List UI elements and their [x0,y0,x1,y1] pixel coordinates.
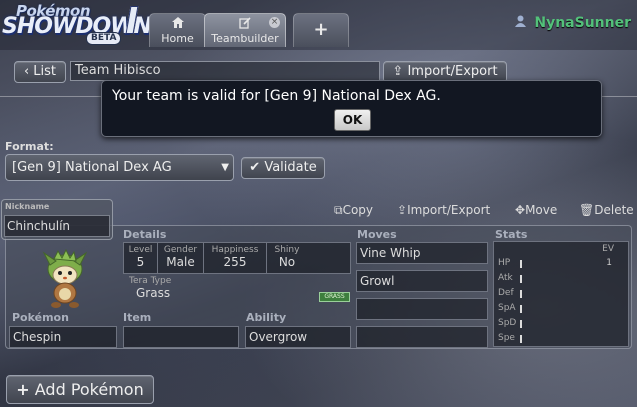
level-cell: Level 5 [124,243,158,273]
stat-bar [520,275,522,283]
pokemon-sprite[interactable] [36,247,94,309]
format-select[interactable]: [Gen 9] National Dex AG ▼ [5,154,234,181]
copy-button[interactable]: ⧉Copy [334,203,373,218]
copy-label: Copy [342,203,374,217]
stat-row-def: Def [498,288,628,298]
grass-type-badge: GRASS [319,292,350,302]
delete-label: Delete [594,203,634,217]
stat-ev: 1 [606,258,612,268]
modal-message: Your team is valid for [Gen 9] National … [112,88,441,104]
ability-input[interactable]: Overgrow [245,326,351,348]
validation-modal: Your team is valid for [Gen 9] National … [101,80,602,137]
item-label: Item [123,311,152,324]
item-input[interactable] [123,326,239,348]
close-icon[interactable]: × [269,17,280,28]
nickname-label: Nickname [5,202,50,211]
showdown-logo[interactable]: Pokémon SHOWDOWN BETA [2,2,152,45]
gender-value: Male [166,255,195,269]
move-button[interactable]: ✥Move [515,203,557,217]
stat-name: HP [498,258,511,268]
stat-bar [520,260,522,268]
stat-row-spe: Spe [498,333,628,343]
home-icon [150,17,205,31]
stat-name: Def [498,288,514,298]
header-bar: Pokémon SHOWDOWN BETA Home Teambuilder ×… [0,0,637,50]
tab-home[interactable]: Home [149,13,206,47]
nickname-box: Nickname Chinchulín [1,199,113,240]
move-icon: ✥ [515,203,526,217]
moves-label: Moves [357,228,397,241]
caret-down-icon: ▼ [221,162,229,173]
add-pokemon-button[interactable]: + Add Pokémon [6,375,154,404]
chevron-left-icon: ‹ [23,64,30,79]
validate-button[interactable]: ✔ Validate [241,157,325,179]
stat-bar [520,305,522,313]
stat-bar [520,335,522,343]
validate-label: Validate [264,160,317,175]
stat-row-spa: SpA [498,303,628,313]
nickname-input[interactable]: Chinchulín [4,215,110,237]
ability-label: Ability [246,311,287,324]
stats-label: Stats [495,228,528,241]
shiny-key: Shiny [274,245,300,255]
plus-icon: + [313,19,329,40]
list-button-label: List [33,64,57,79]
tab-teambuilder-label: Teambuilder [211,32,279,45]
plus-icon: + [16,380,30,399]
tera-type-value[interactable]: Grass [136,286,170,300]
stat-row-atk: Atk [498,273,628,283]
move-2-input[interactable]: Growl [356,270,488,292]
move-4-input[interactable] [356,326,488,348]
add-pokemon-label: Add Pokémon [34,380,144,399]
level-value: 5 [136,255,145,269]
set-import-export-label: Import/Export [407,203,491,217]
upload-icon: ⇪ [392,64,404,79]
stat-name: Atk [498,273,513,283]
shiny-value: No [278,255,296,269]
trash-icon: 🗑 [579,203,595,217]
delete-button[interactable]: 🗑Delete [579,203,634,217]
team-name-input[interactable]: Team Hibisco [70,61,380,81]
user-menu[interactable]: NynaSunner [514,15,631,31]
happiness-value: 255 [223,255,247,269]
import-export-label: Import/Export [407,64,498,79]
logo-beta-badge: BETA [86,32,122,45]
pokemon-label: Pokémon [12,311,69,324]
move-1-input[interactable]: Vine Whip [356,242,488,264]
shiny-cell: Shiny No [267,243,307,273]
set-import-export-button[interactable]: ⇪Import/Export [397,203,490,217]
details-label: Details [123,228,167,241]
pokemon-input[interactable]: Chespin [9,326,117,348]
check-icon: ✔ [249,160,261,175]
level-key: Level [128,245,153,255]
stat-name: Spe [498,333,515,343]
stat-row-spd: SpD [498,318,628,328]
format-selected-value: [Gen 9] National Dex AG [12,160,172,175]
stats-box[interactable]: EV HP 1 Atk Def SpA SpD Spe [493,241,629,347]
username: NynaSunner [534,15,631,31]
happiness-key: Happiness [211,245,259,255]
stat-bar [520,290,522,298]
ok-button[interactable]: OK [334,109,371,131]
move-3-input[interactable] [356,298,488,320]
stat-name: SpD [498,318,517,328]
gender-key: Gender [163,245,198,255]
stat-row-hp: HP 1 [498,258,628,268]
new-tab-button[interactable]: + [293,13,349,47]
tera-type-label: Tera Type [129,276,172,286]
details-box[interactable]: Level 5 Gender Male Happiness 255 Shiny … [123,242,351,274]
gender-cell: Gender Male [158,243,204,273]
stat-name: SpA [498,303,516,313]
upload-icon: ⇪ [397,203,408,217]
copy-icon: ⧉ [334,203,343,217]
user-icon [514,15,531,31]
move-label: Move [525,203,558,217]
happiness-cell: Happiness 255 [204,243,267,273]
ev-header: EV [602,244,614,254]
list-button[interactable]: ‹ List [14,61,66,83]
tab-home-label: Home [161,32,194,45]
tab-teambuilder[interactable]: Teambuilder × [204,13,286,47]
format-label: Format: [5,140,54,153]
stat-bar [520,320,522,328]
